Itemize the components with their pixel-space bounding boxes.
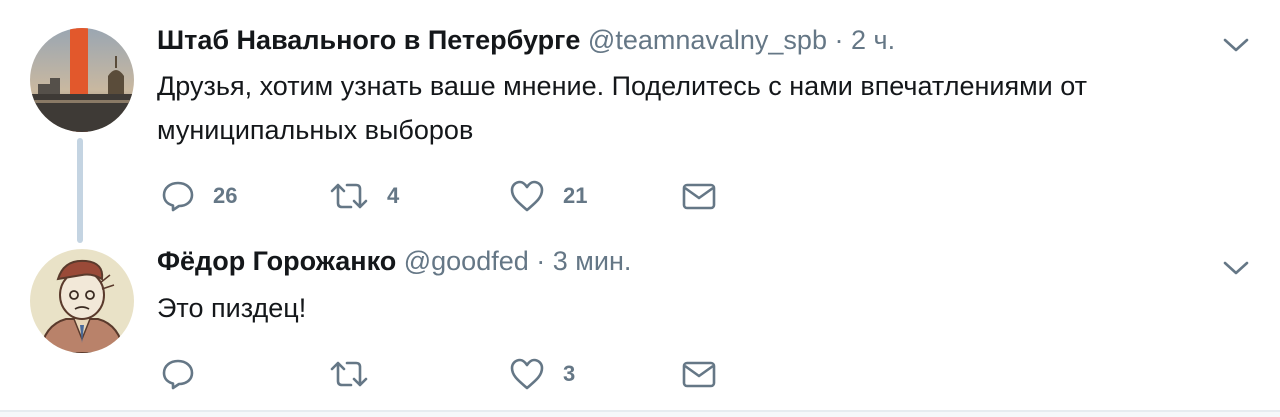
tweet[interactable]: Фёдор Горожанко @goodfed · 3 мин. Это пи…	[0, 232, 1280, 410]
author-name[interactable]: Фёдор Горожанко	[157, 246, 396, 276]
like-count: 3	[563, 361, 576, 386]
tweet-header: Фёдор Горожанко @goodfed · 3 мин.	[157, 246, 631, 276]
header-separator: ·	[536, 246, 546, 276]
envelope-icon	[682, 361, 716, 388]
retweet-button[interactable]	[329, 354, 387, 394]
tweet-timestamp[interactable]: 3 мин.	[553, 246, 632, 276]
avatar-image	[30, 249, 134, 353]
reply-button[interactable]	[161, 354, 213, 394]
thread-connector	[77, 138, 83, 243]
tweet-menu-button[interactable]	[1222, 258, 1250, 278]
reply-icon	[162, 181, 194, 212]
avatar[interactable]	[30, 249, 134, 353]
tweet-actions: 3	[157, 354, 757, 394]
timeline-background	[0, 412, 1280, 417]
like-count: 21	[563, 183, 588, 208]
tweet[interactable]: Штаб Навального в Петербурге @teamnavaln…	[0, 0, 1280, 243]
heart-icon	[510, 358, 544, 390]
header-separator: ·	[834, 25, 844, 55]
author-handle[interactable]: @teamnavalny_spb	[588, 25, 827, 55]
tweet-menu-button[interactable]	[1222, 35, 1250, 55]
author-handle[interactable]: @goodfed	[404, 246, 529, 276]
tweet-timestamp[interactable]: 2 ч.	[851, 25, 895, 55]
retweet-count: 4	[387, 183, 400, 208]
tweet-actions: 26 4 21	[157, 176, 757, 216]
envelope-icon	[682, 183, 716, 210]
avatar[interactable]	[30, 28, 134, 132]
chevron-down-icon	[1223, 261, 1249, 275]
retweet-icon	[330, 361, 368, 387]
tweet-text: Друзья, хотим узнать ваше мнение. Подели…	[157, 71, 1088, 145]
tweet-header: Штаб Навального в Петербурге @teamnavaln…	[157, 25, 895, 55]
chevron-down-icon	[1223, 38, 1249, 52]
like-button[interactable]: 3	[509, 354, 575, 394]
reply-icon	[162, 359, 194, 390]
like-button[interactable]: 21	[509, 176, 587, 216]
reply-button[interactable]: 26	[161, 176, 237, 216]
retweet-button[interactable]: 4	[329, 176, 399, 216]
tweet-text: Это пиздец!	[157, 293, 307, 323]
direct-message-button[interactable]	[681, 354, 717, 394]
author-name[interactable]: Штаб Навального в Петербурге	[157, 25, 580, 55]
retweet-icon	[330, 183, 368, 209]
heart-icon	[510, 180, 544, 212]
reply-count: 26	[213, 183, 238, 208]
avatar-image	[30, 28, 134, 132]
direct-message-button[interactable]	[681, 176, 717, 216]
